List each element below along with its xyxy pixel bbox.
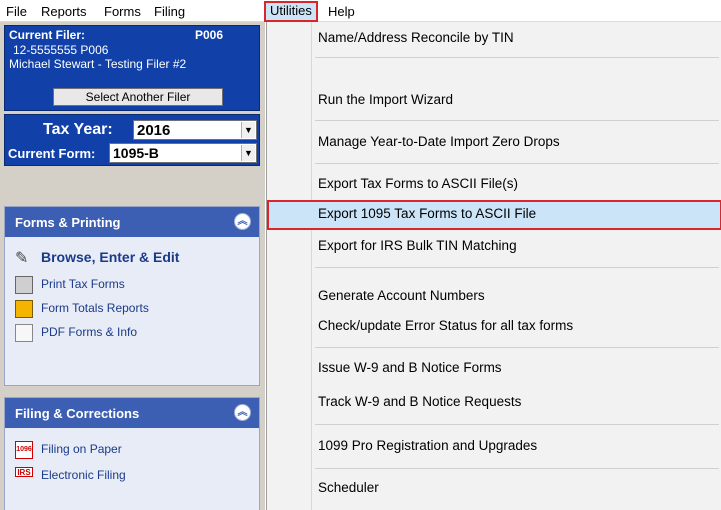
menu-item-registration-upgrades[interactable]: 1099 Pro Registration and Upgrades [267, 432, 721, 462]
current-form-value: 1095-B [113, 145, 159, 161]
quill-icon: ✎ [15, 250, 29, 267]
menu-item-issue-w9-notices[interactable]: Issue W-9 and B Notice Forms [267, 354, 721, 384]
menu-item-label: Manage Year-to-Date Import Zero Drops [318, 134, 560, 149]
current-filer-id: 12-5555555 P006 [13, 43, 109, 57]
form-totals-reports-label: Form Totals Reports [41, 301, 149, 315]
menu-bar: File Reports Forms Filing Utilities Help [0, 0, 721, 22]
menu-item-label: Check/update Error Status for all tax fo… [318, 318, 574, 333]
current-filer-code: P006 [195, 28, 224, 42]
current-form-label: Current Form: [8, 146, 96, 161]
menu-item-label: Export for IRS Bulk TIN Matching [318, 238, 517, 253]
tax-year-label: Tax Year: [43, 121, 113, 138]
current-filer-heading: Current Filer: [9, 28, 86, 42]
menu-reports[interactable]: Reports [37, 2, 91, 21]
menu-item-label: Track W-9 and B Notice Requests [318, 394, 522, 409]
menu-separator [315, 468, 719, 469]
menu-separator [315, 424, 719, 425]
menu-item-label: 1099 Pro Registration and Upgrades [318, 438, 538, 453]
select-another-filer-button[interactable]: Select Another Filer [53, 88, 223, 106]
tax-year-select[interactable]: 2016 ▼ [133, 120, 257, 140]
left-panel: Current Filer: P006 12-5555555 P006 Mich… [0, 22, 265, 510]
menu-utilities[interactable]: Utilities [264, 1, 318, 22]
menu-file[interactable]: File [2, 2, 31, 21]
menu-item-export-1095-ascii[interactable]: Export 1095 Tax Forms to ASCII File [267, 200, 721, 230]
menu-item-bulk-tin-matching[interactable]: Export for IRS Bulk TIN Matching [267, 232, 721, 262]
menu-separator [315, 347, 719, 348]
current-filer-box: Current Filer: P006 12-5555555 P006 Mich… [4, 25, 260, 111]
menu-item-export-ascii[interactable]: Export Tax Forms to ASCII File(s) [267, 170, 721, 200]
forms-printing-section: Forms & Printing ︽ ✎ Browse, Enter & Edi… [4, 206, 260, 386]
menu-item-name-address-reconcile[interactable]: Name/Address Reconcile by TIN [267, 24, 721, 54]
print-tax-forms-label: Print Tax Forms [41, 277, 125, 291]
menu-item-ytd-zero-drops[interactable]: Manage Year-to-Date Import Zero Drops [267, 128, 721, 158]
menu-item-label: Export 1095 Tax Forms to ASCII File [318, 206, 537, 221]
pdf-forms-info-label: PDF Forms & Info [41, 325, 138, 339]
menu-separator [315, 267, 719, 268]
pdf-icon [15, 324, 33, 342]
utilities-dropdown-menu: Name/Address Reconcile by TIN Run the Im… [266, 22, 721, 510]
forms-printing-title: Forms & Printing [15, 215, 121, 230]
current-form-select[interactable]: 1095-B ▼ [109, 143, 257, 163]
chevron-up-icon[interactable]: ︽ [234, 404, 251, 421]
menu-forms[interactable]: Forms [100, 2, 145, 21]
printer-icon [15, 276, 33, 294]
menu-item-label: Generate Account Numbers [318, 288, 485, 303]
menu-item-track-w9-notices[interactable]: Track W-9 and B Notice Requests [267, 388, 721, 418]
filing-on-paper-label: Filing on Paper [41, 442, 122, 456]
menu-item-import-wizard[interactable]: Run the Import Wizard [267, 86, 721, 116]
menu-item-label: Scheduler [318, 480, 379, 495]
electronic-filing-label: Electronic Filing [41, 468, 126, 482]
form-1096-icon: 1096 [15, 441, 33, 459]
menu-item-scheduler[interactable]: Scheduler [267, 474, 721, 504]
dropdown-arrow-icon[interactable]: ▼ [241, 145, 255, 161]
menu-separator [315, 57, 719, 58]
menu-help[interactable]: Help [324, 2, 359, 21]
menu-filing[interactable]: Filing [150, 2, 189, 21]
dropdown-arrow-icon[interactable]: ▼ [241, 122, 255, 138]
tax-settings-box: Tax Year: 2016 ▼ Current Form: 1095-B ▼ [4, 114, 260, 166]
tax-year-value: 2016 [137, 122, 171, 139]
chevron-up-icon[interactable]: ︽ [234, 213, 251, 230]
browse-enter-edit-label: Browse, Enter & Edit [41, 249, 180, 265]
irs-icon: IRS [15, 467, 33, 477]
menu-item-label: Name/Address Reconcile by TIN [318, 30, 514, 45]
menu-item-label: Issue W-9 and B Notice Forms [318, 360, 502, 375]
menu-item-check-error-status[interactable]: Check/update Error Status for all tax fo… [267, 312, 721, 342]
menu-separator [315, 120, 719, 121]
menu-separator [315, 163, 719, 164]
menu-item-label: Export Tax Forms to ASCII File(s) [318, 176, 519, 191]
menu-item-label: Run the Import Wizard [318, 92, 454, 107]
filing-corrections-section: Filing & Corrections ︽ 1096 Filing on Pa… [4, 397, 260, 510]
filing-corrections-title: Filing & Corrections [15, 406, 140, 421]
filing-corrections-header[interactable]: Filing & Corrections ︽ [5, 398, 259, 428]
menu-item-generate-account-numbers[interactable]: Generate Account Numbers [267, 282, 721, 312]
forms-printing-header[interactable]: Forms & Printing ︽ [5, 207, 259, 237]
current-filer-name: Michael Stewart - Testing Filer #2 [9, 57, 187, 71]
report-icon [15, 300, 33, 318]
